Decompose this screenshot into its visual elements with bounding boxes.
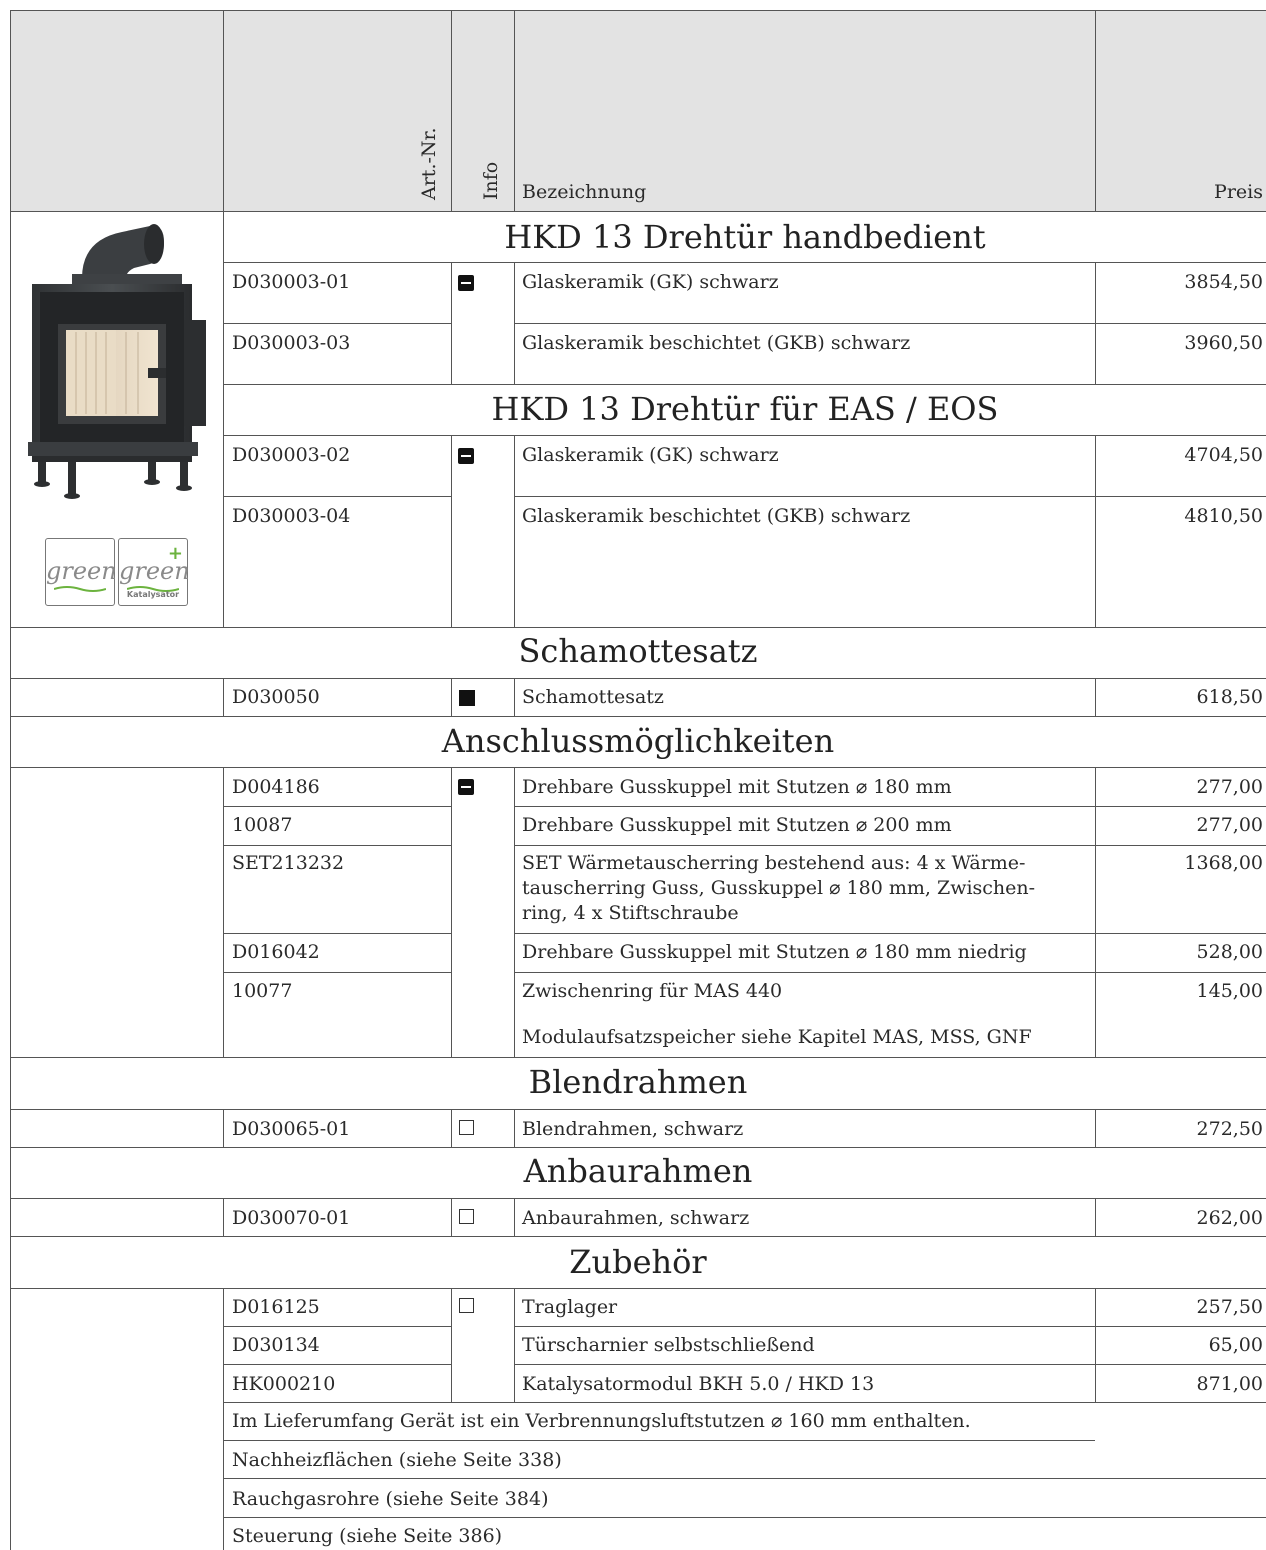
section-title: Anbaurahmen xyxy=(523,1152,753,1190)
price: 1368,00 xyxy=(1184,852,1263,874)
price: 3854,50 xyxy=(1184,271,1263,293)
info-empty-square-icon xyxy=(459,1298,474,1313)
info-empty-square-icon xyxy=(459,1120,474,1135)
price: 277,00 xyxy=(1196,814,1263,836)
description: Schamottesatz xyxy=(522,686,664,708)
art-nr: D004186 xyxy=(232,776,320,798)
note-line: Im Lieferumfang Gerät ist ein Verbrennun… xyxy=(232,1410,971,1432)
info-minus-icon xyxy=(458,779,474,795)
art-nr: 10087 xyxy=(232,814,293,836)
description: Zwischenring für MAS 440 xyxy=(522,980,783,1002)
description: Glaskeramik (GK) schwarz xyxy=(522,271,779,293)
header-bezeichnung: Bezeichnung xyxy=(522,181,647,203)
info-minus-icon xyxy=(458,275,474,291)
description-note: Modulaufsatzspeicher siehe Kapitel MAS, … xyxy=(522,1026,1032,1048)
art-nr: D016125 xyxy=(232,1296,320,1318)
price: 145,00 xyxy=(1196,980,1263,1002)
description: Glaskeramik beschichtet (GKB) schwarz xyxy=(522,505,911,527)
description: Traglager xyxy=(522,1296,618,1318)
header-artnr: Art.-Nr. xyxy=(418,127,440,200)
art-nr: D030003-04 xyxy=(232,505,351,527)
description: Drehbare Gusskuppel mit Stutzen ⌀ 180 mm xyxy=(522,776,952,798)
price: 4704,50 xyxy=(1184,444,1263,466)
price: 618,50 xyxy=(1196,686,1263,708)
art-nr: HK000210 xyxy=(232,1373,336,1395)
art-nr: SET213232 xyxy=(232,852,345,874)
green-swoosh-icon xyxy=(54,586,106,592)
art-nr: D030134 xyxy=(232,1334,320,1356)
info-minus-icon xyxy=(458,448,474,464)
price: 277,00 xyxy=(1196,776,1263,798)
price-table-page: Art.-Nr. Info Bezeichnung Preis green + … xyxy=(0,0,1266,1550)
section-title: HKD 13 Drehtür für EAS / EOS xyxy=(491,390,999,428)
description: Glaskeramik beschichtet (GKB) schwarz xyxy=(522,332,911,354)
section-title: Anschlussmöglichkeiten xyxy=(441,722,835,760)
art-nr: D030003-03 xyxy=(232,332,351,354)
description-line: tauscherring Guss, Gusskuppel ⌀ 180 mm, … xyxy=(522,877,1036,899)
header-preis: Preis xyxy=(1214,181,1263,203)
description: Anbaurahmen, schwarz xyxy=(522,1207,750,1229)
description: Blendrahmen, schwarz xyxy=(522,1118,744,1140)
note-line: Nachheizflächen (siehe Seite 338) xyxy=(232,1449,562,1471)
price: 4810,50 xyxy=(1184,505,1263,527)
stove-image xyxy=(28,224,206,499)
description: Drehbare Gusskuppel mit Stutzen ⌀ 180 mm… xyxy=(522,941,1027,963)
description-line: ring, 4 x Stiftschraube xyxy=(522,902,739,924)
price: 528,00 xyxy=(1196,941,1263,963)
green-logo: green xyxy=(45,538,117,606)
info-empty-square-icon xyxy=(459,1209,474,1224)
art-nr: D030003-01 xyxy=(232,271,351,293)
description-line: SET Wärmetauscherring bestehend aus: 4 x… xyxy=(522,852,1026,874)
description: Glaskeramik (GK) schwarz xyxy=(522,444,779,466)
section-title: Blendrahmen xyxy=(528,1063,748,1101)
green-plus-logo: + green Katalysator xyxy=(118,538,190,606)
note-line: Rauchgasrohre (siehe Seite 384) xyxy=(232,1488,549,1510)
price: 262,00 xyxy=(1196,1207,1263,1229)
header-info: Info xyxy=(480,161,502,200)
note-line: Steuerung (siehe Seite 386) xyxy=(232,1525,503,1547)
section-title: Zubehör xyxy=(569,1243,707,1281)
art-nr: 10077 xyxy=(232,980,293,1002)
price: 871,00 xyxy=(1196,1373,1263,1395)
price: 65,00 xyxy=(1208,1334,1263,1356)
price: 257,50 xyxy=(1196,1296,1263,1318)
description: Katalysatormodul BKH 5.0 / HKD 13 xyxy=(522,1373,875,1395)
art-nr: D030070-01 xyxy=(232,1207,351,1229)
art-nr: D030065-01 xyxy=(232,1118,351,1140)
info-square-icon xyxy=(459,690,475,706)
art-nr: D030050 xyxy=(232,686,320,708)
art-nr: D016042 xyxy=(232,941,320,963)
art-nr: D030003-02 xyxy=(232,444,351,466)
price: 3960,50 xyxy=(1184,332,1263,354)
description: Türscharnier selbstschließend xyxy=(522,1334,815,1356)
section-title: Schamottesatz xyxy=(518,632,758,670)
section-title: HKD 13 Drehtür handbedient xyxy=(504,218,986,256)
price: 272,50 xyxy=(1196,1118,1263,1140)
description: Drehbare Gusskuppel mit Stutzen ⌀ 200 mm xyxy=(522,814,952,836)
